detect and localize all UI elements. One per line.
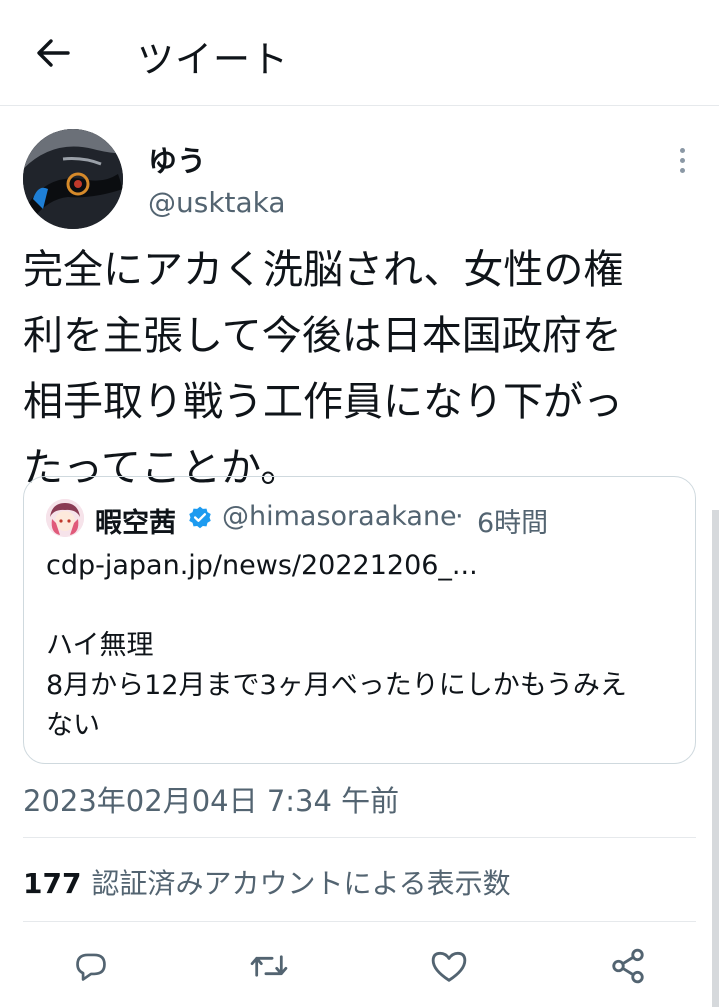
like-button[interactable] xyxy=(426,943,472,989)
like-icon xyxy=(431,951,467,982)
verified-badge-icon xyxy=(189,506,211,529)
tweet-timestamp[interactable]: 2023年02月04日 7:34 午前 xyxy=(23,778,399,820)
quote-avatar-image xyxy=(46,499,84,537)
quote-avatar[interactable] xyxy=(46,499,84,537)
view-count-label: 認証済みアカウントによる表示数 xyxy=(91,867,511,900)
quote-display-name: 暇空茜 xyxy=(95,508,176,539)
scrollbar[interactable] xyxy=(712,510,719,1007)
retweet-icon xyxy=(250,955,288,977)
arrow-left-icon xyxy=(37,39,70,67)
reply-button[interactable] xyxy=(68,943,114,989)
display-name[interactable]: ゆう xyxy=(148,138,206,180)
quote-text: cdp-japan.jp/news/20221206_... ハイ無理 8月から… xyxy=(46,550,627,741)
quote-time: 6時間 xyxy=(477,508,549,539)
tweet-text: 完全にアカく洗脳され、女性の権 利を主張して今後は日本国政府を 相手取り戦う工作… xyxy=(23,247,624,491)
view-count: 177 xyxy=(23,867,82,900)
quote-handle: @himasoraakane xyxy=(222,501,457,532)
back-button[interactable] xyxy=(30,30,76,76)
avatar[interactable] xyxy=(23,129,123,229)
reply-icon xyxy=(76,953,106,981)
dot xyxy=(679,157,685,163)
divider xyxy=(23,921,696,922)
quoted-tweet[interactable]: 暇空茜 @himasoraakane · 6時間 cdp-japan.jp/ne… xyxy=(23,476,696,764)
page-title: ツイート xyxy=(137,38,289,81)
separator-dot: · xyxy=(455,501,464,532)
view-stats[interactable]: 177 認証済みアカウントによる表示数 xyxy=(23,862,511,902)
share-icon xyxy=(612,948,644,984)
dot xyxy=(679,167,685,173)
retweet-button[interactable] xyxy=(246,943,292,989)
avatar-image xyxy=(23,129,123,229)
user-handle[interactable]: @usktaka xyxy=(148,186,286,219)
divider xyxy=(23,837,696,838)
dot xyxy=(679,147,685,153)
share-button[interactable] xyxy=(605,943,651,989)
top-bar: ツイート xyxy=(0,0,719,106)
more-options-icon[interactable] xyxy=(668,142,696,178)
